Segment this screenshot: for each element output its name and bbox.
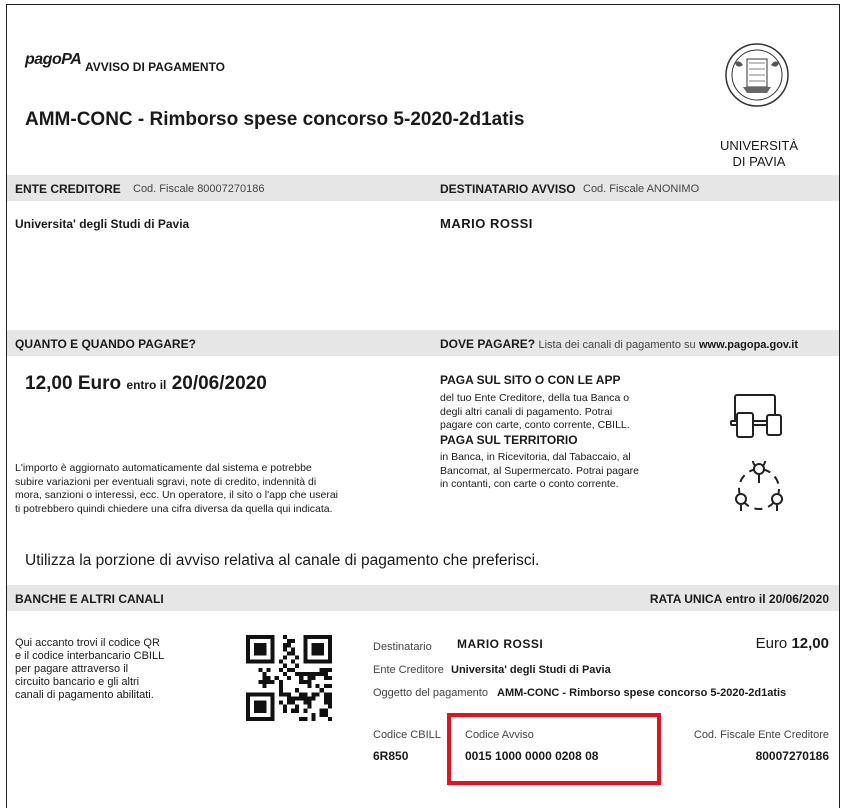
amount-within: entro il (126, 378, 167, 392)
territory-title: PAGA SUL TERRITORIO (440, 433, 578, 447)
amount-line: 12,00 Euro entro il 20/06/2020 (25, 373, 267, 395)
creditor-field: Ente Creditore Universita' degli Studi d… (373, 664, 611, 676)
territory-line: in Banca, in Ricevitoria, dal Tabaccaio,… (440, 451, 631, 463)
where-section-label: DOVE PAGARE? (440, 337, 536, 351)
object-field: Oggetto del pagamento AMM-CONC - Rimbors… (373, 687, 786, 699)
devices-icon (729, 391, 785, 444)
installment-label: RATA UNICA (649, 592, 723, 606)
qr-text-line: e il codice interbancario CBILL (15, 650, 165, 662)
amount-note: L'importo è aggiornato automaticamente d… (15, 462, 425, 516)
territory-line: in contanti, con carte o conto corrente. (440, 478, 619, 490)
notice-code-label: Codice Avviso (465, 729, 534, 741)
notice-title: AMM-CONC - Rimborso spese concorso 5-202… (25, 109, 525, 130)
university-seal-icon (723, 41, 791, 114)
university-name-line1: UNIVERSITÀ (719, 138, 798, 153)
qr-instructions: Qui accanto trovi il codice QR e il codi… (15, 637, 164, 702)
recipient-fiscal-code: Cod. Fiscale ANONIMO (583, 183, 700, 195)
qr-text-line: canali di pagamento abilitati. (15, 689, 154, 701)
amount-date: 20/06/2020 (171, 373, 267, 394)
notice-label: AVVISO DI PAGAMENTO (85, 60, 226, 74)
recipient-name: MARIO ROSSI (440, 216, 533, 231)
channel-instruction: Utilizza la porzione di avviso relativa … (25, 552, 540, 569)
creditor-fc-label: Cod. Fiscale Ente Creditore (693, 729, 829, 741)
pagopa-logo: pagoPA (25, 51, 82, 68)
online-line: degli altri canali di pagamento. Potrai (440, 405, 613, 418)
where-section-header: DOVE PAGARE? Lista dei canali di pagamen… (440, 337, 798, 351)
creditor-fiscal-code: Cod. Fiscale 80007270186 (133, 183, 265, 195)
recipient-field-value: MARIO ROSSI (457, 637, 544, 651)
location-network-icon (731, 454, 787, 522)
amount-note-line: ti potrebbero quindi chiedere una cifra … (15, 502, 333, 515)
creditor-name: Universita' degli Studi di Pavia (15, 217, 190, 231)
creditor-label: ENTE CREDITORE (15, 182, 121, 196)
territory-description: in Banca, in Ricevitoria, dal Tabaccaio,… (440, 451, 639, 492)
parties-bar (7, 175, 839, 201)
euro-label: Euro (755, 635, 788, 652)
creditor-fc-value: 80007270186 (755, 749, 829, 763)
territory-line: Bancomat, al Supermercato. Potrai pagare (440, 464, 640, 477)
payment-notice: pagoPA AVVISO DI PAGAMENTO AMM-CONC - Ri… (6, 4, 840, 808)
qr-text-line: Qui accanto trovi il codice QR (15, 637, 160, 649)
amount-section-label: QUANTO E QUANDO PAGARE? (15, 337, 196, 351)
installment-info: RATA UNICA entro il 20/06/2020 (650, 592, 829, 606)
installment-date: entro il 20/06/2020 (725, 592, 829, 606)
qr-text-line: circuito bancario e gli altri (15, 676, 140, 688)
cbill-value: 6R850 (373, 749, 409, 763)
where-section-hint: Lista dei canali di pagamento su (538, 339, 696, 351)
qr-code-icon (246, 635, 332, 726)
online-title: PAGA SUL SITO O CON LE APP (440, 373, 621, 387)
recipient-label: DESTINATARIO AVVISO (440, 182, 576, 196)
online-line: pagare con carte, conto corrente, CBILL. (440, 419, 630, 431)
pagopa-link[interactable]: www.pagopa.gov.it (699, 339, 798, 351)
euro-value: 12,00 (791, 635, 829, 652)
cbill-label: Codice CBILL (373, 729, 441, 741)
object-field-value: AMM-CONC - Rimborso spese concorso 5-202… (497, 687, 787, 699)
euro-amount: Euro 12,00 (756, 635, 829, 652)
object-field-label: Oggetto del pagamento (373, 687, 488, 699)
online-description: del tuo Ente Creditore, della tua Banca … (440, 392, 630, 433)
amount-note-line: subire variazioni per eventuali sgravi, … (15, 475, 317, 488)
notice-code-value: 0015 1000 0000 0208 08 (465, 749, 599, 763)
bank-section-label: BANCHE E ALTRI CANALI (15, 592, 164, 606)
university-name-line2: DI PAVIA (732, 154, 786, 169)
amount-note-line: mora, sanzioni o interessi, ecc. Un oper… (15, 489, 338, 501)
amount-value: 12,00 Euro (25, 373, 122, 394)
creditor-field-value: Universita' degli Studi di Pavia (451, 664, 611, 676)
recipient-field-label: Destinatario (373, 641, 432, 653)
amount-note-line: L'importo è aggiornato automaticamente d… (15, 462, 312, 474)
qr-text-line: per pagare attraverso il (15, 663, 129, 675)
online-line: del tuo Ente Creditore, della tua Banca … (440, 392, 630, 404)
creditor-field-label: Ente Creditore (373, 664, 444, 676)
